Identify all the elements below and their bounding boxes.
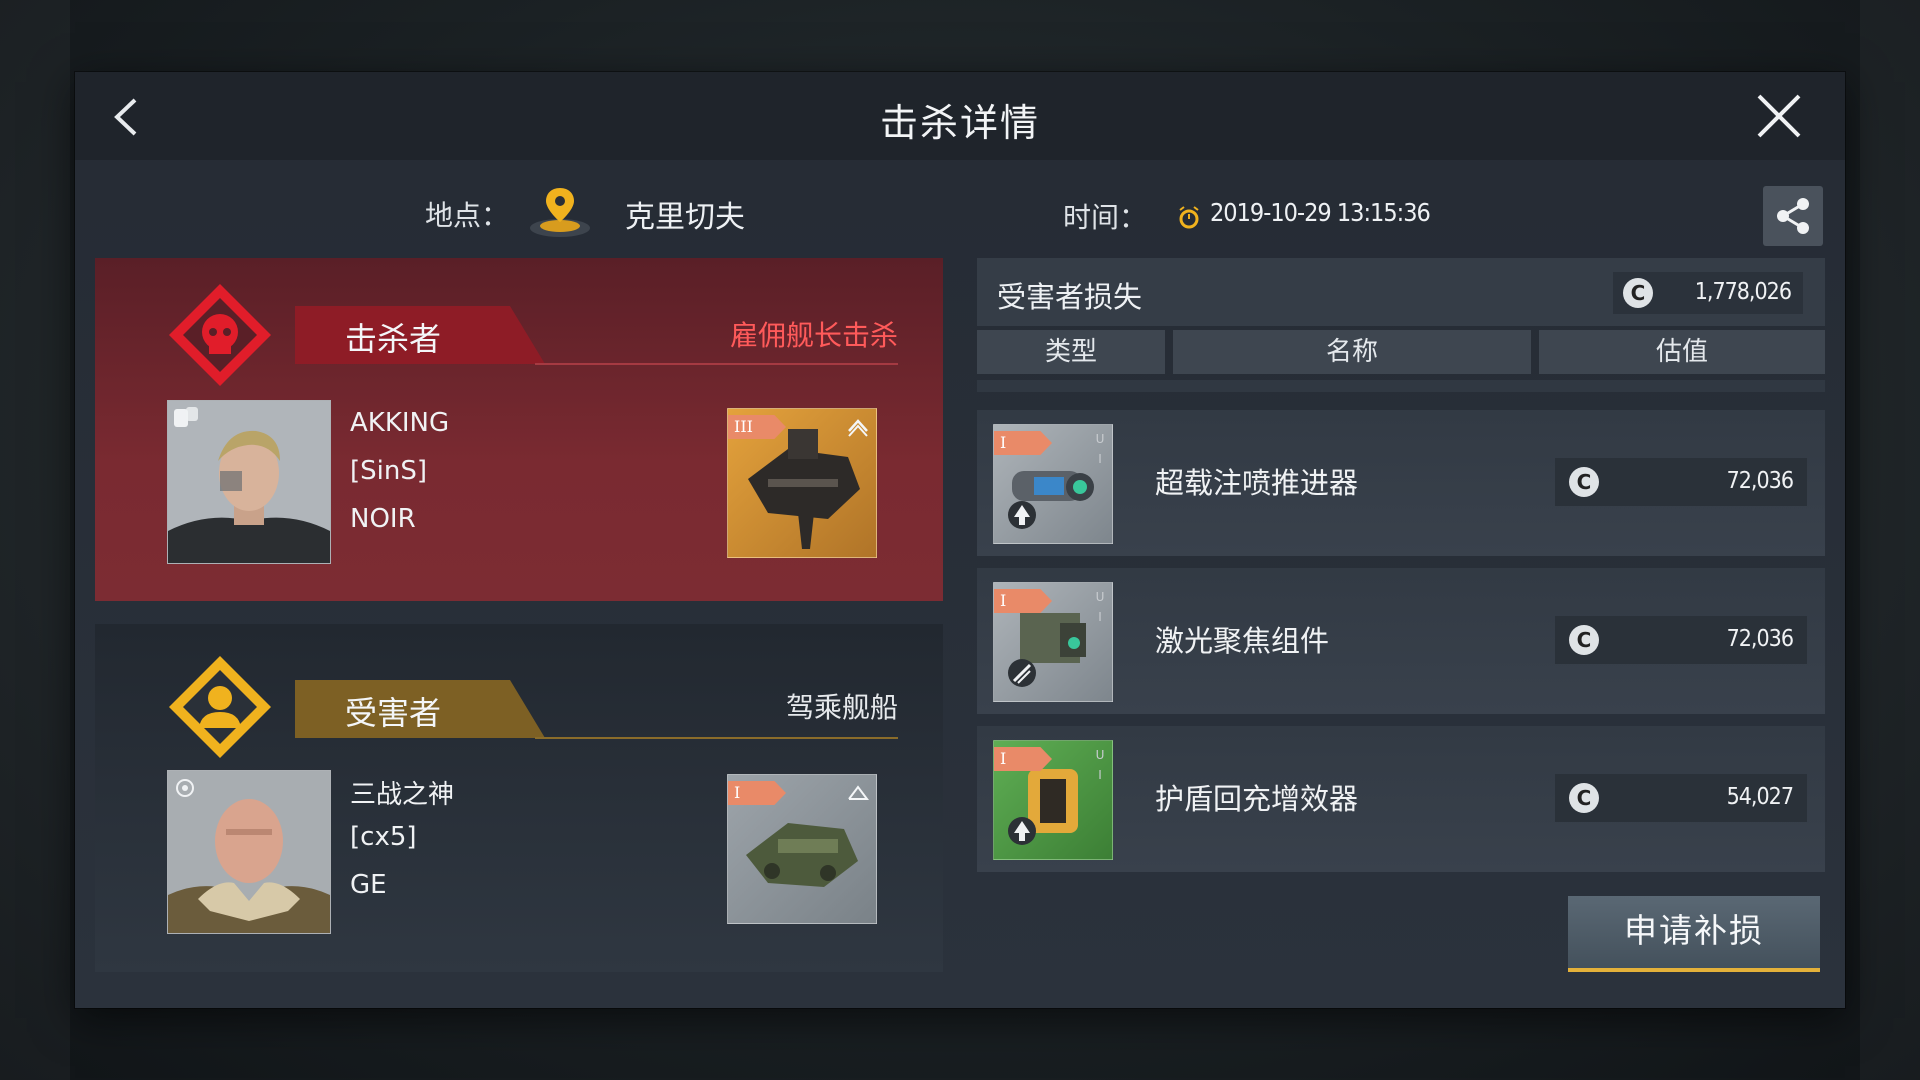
loss-title: 受害者损失: [997, 280, 1143, 314]
credit-icon: C: [1569, 625, 1599, 655]
item-value: C 54,027: [1555, 774, 1807, 822]
killer-avatar[interactable]: [167, 400, 331, 564]
slot-marks: UI: [1095, 748, 1105, 782]
victim-section-label: 受害者: [345, 694, 442, 732]
killer-alliance: NOIR: [350, 504, 416, 534]
loss-item[interactable]: I UI 护盾回充增效器 C 54,027: [977, 726, 1825, 872]
location-value: 克里切夫: [625, 200, 745, 235]
chevron-up-icon: [848, 419, 868, 437]
mercenary-icon: [174, 407, 198, 427]
credit-icon: C: [1569, 783, 1599, 813]
slot-marks: UI: [1095, 590, 1105, 624]
victim-ship-tier: I: [728, 781, 786, 805]
claim-compensation-button[interactable]: 申请补损: [1568, 896, 1820, 972]
close-button[interactable]: [1751, 88, 1807, 144]
total-loss-value: C 1,778,026: [1613, 272, 1803, 314]
killer-corp: [SinS]: [350, 456, 427, 486]
column-name[interactable]: 名称: [1173, 330, 1531, 374]
killer-card: 击杀者 雇佣舰长击杀 AKKING [SinS] NOIR III: [95, 258, 943, 601]
item-name: 护盾回充增效器: [1155, 782, 1359, 816]
close-icon: [1757, 94, 1801, 138]
killer-divider: [535, 363, 898, 365]
person-badge-icon: [169, 656, 271, 758]
location-label: 地点：: [425, 199, 510, 232]
item-value-amount: 72,036: [1726, 626, 1794, 652]
killer-section-label: 击杀者: [345, 320, 442, 358]
victim-corp: [cx5]: [350, 822, 417, 852]
laser-focus-module-icon: I UI: [993, 582, 1113, 702]
item-value-amount: 54,027: [1726, 784, 1794, 810]
skull-badge-icon: [169, 284, 271, 386]
kill-details-panel: 击杀详情 地点： 克里切夫 时间： 2019-10-29 13:15:36 击杀…: [75, 72, 1845, 1008]
item-tier: I: [994, 431, 1052, 455]
afterburner-module-icon: I UI: [993, 424, 1113, 544]
chevron-up-outline-icon: [848, 785, 869, 800]
loss-header: 受害者损失 C 1,778,026: [977, 258, 1825, 326]
column-type[interactable]: 类型: [977, 330, 1165, 384]
killer-name: AKKING: [350, 408, 450, 438]
column-value[interactable]: 估值: [1539, 330, 1825, 374]
item-name: 超载注喷推进器: [1155, 466, 1359, 500]
alarm-clock-icon: [1179, 206, 1199, 229]
item-tier: I: [994, 589, 1052, 613]
killer-ship-tier: III: [728, 415, 786, 439]
title-bar: 击杀详情: [75, 72, 1845, 160]
share-icon: [1777, 198, 1809, 234]
loss-item[interactable]: I UI 超载注喷推进器 C 72,036: [977, 410, 1825, 556]
shield-recharger-module-icon: I UI: [993, 740, 1113, 860]
killer-note: 雇佣舰长击杀: [729, 319, 898, 352]
item-tier: I: [994, 747, 1052, 771]
credit-icon: C: [1569, 467, 1599, 497]
item-name: 激光聚焦组件: [1155, 624, 1330, 658]
item-value-amount: 72,036: [1726, 468, 1794, 494]
item-value: C 72,036: [1555, 616, 1807, 664]
victim-card: 受害者 驾乘舰船 三战之神 [cx5] GE I: [95, 624, 943, 972]
credit-icon: C: [1623, 278, 1653, 308]
page-title: 击杀详情: [879, 101, 1040, 145]
total-loss-amount: 1,778,026: [1694, 279, 1792, 305]
killer-ship[interactable]: III: [727, 408, 877, 558]
share-button[interactable]: [1763, 186, 1823, 246]
target-icon: [176, 779, 194, 797]
time-value: 2019-10-29 13:15:36: [1210, 198, 1431, 227]
location-pin-icon: [530, 188, 590, 237]
victim-ship[interactable]: I: [727, 774, 877, 924]
victim-avatar[interactable]: [167, 770, 331, 934]
victim-note: 驾乘舰船: [785, 691, 898, 724]
victim-divider: [535, 737, 898, 739]
victim-alliance: GE: [350, 870, 387, 900]
loss-item[interactable]: I UI 激光聚焦组件 C 72,036: [977, 568, 1825, 714]
column-divider: [977, 380, 1825, 392]
slot-marks: UI: [1095, 432, 1105, 466]
victim-name: 三战之神: [350, 780, 455, 810]
time-label: 时间：: [1063, 201, 1148, 234]
item-value: C 72,036: [1555, 458, 1807, 506]
